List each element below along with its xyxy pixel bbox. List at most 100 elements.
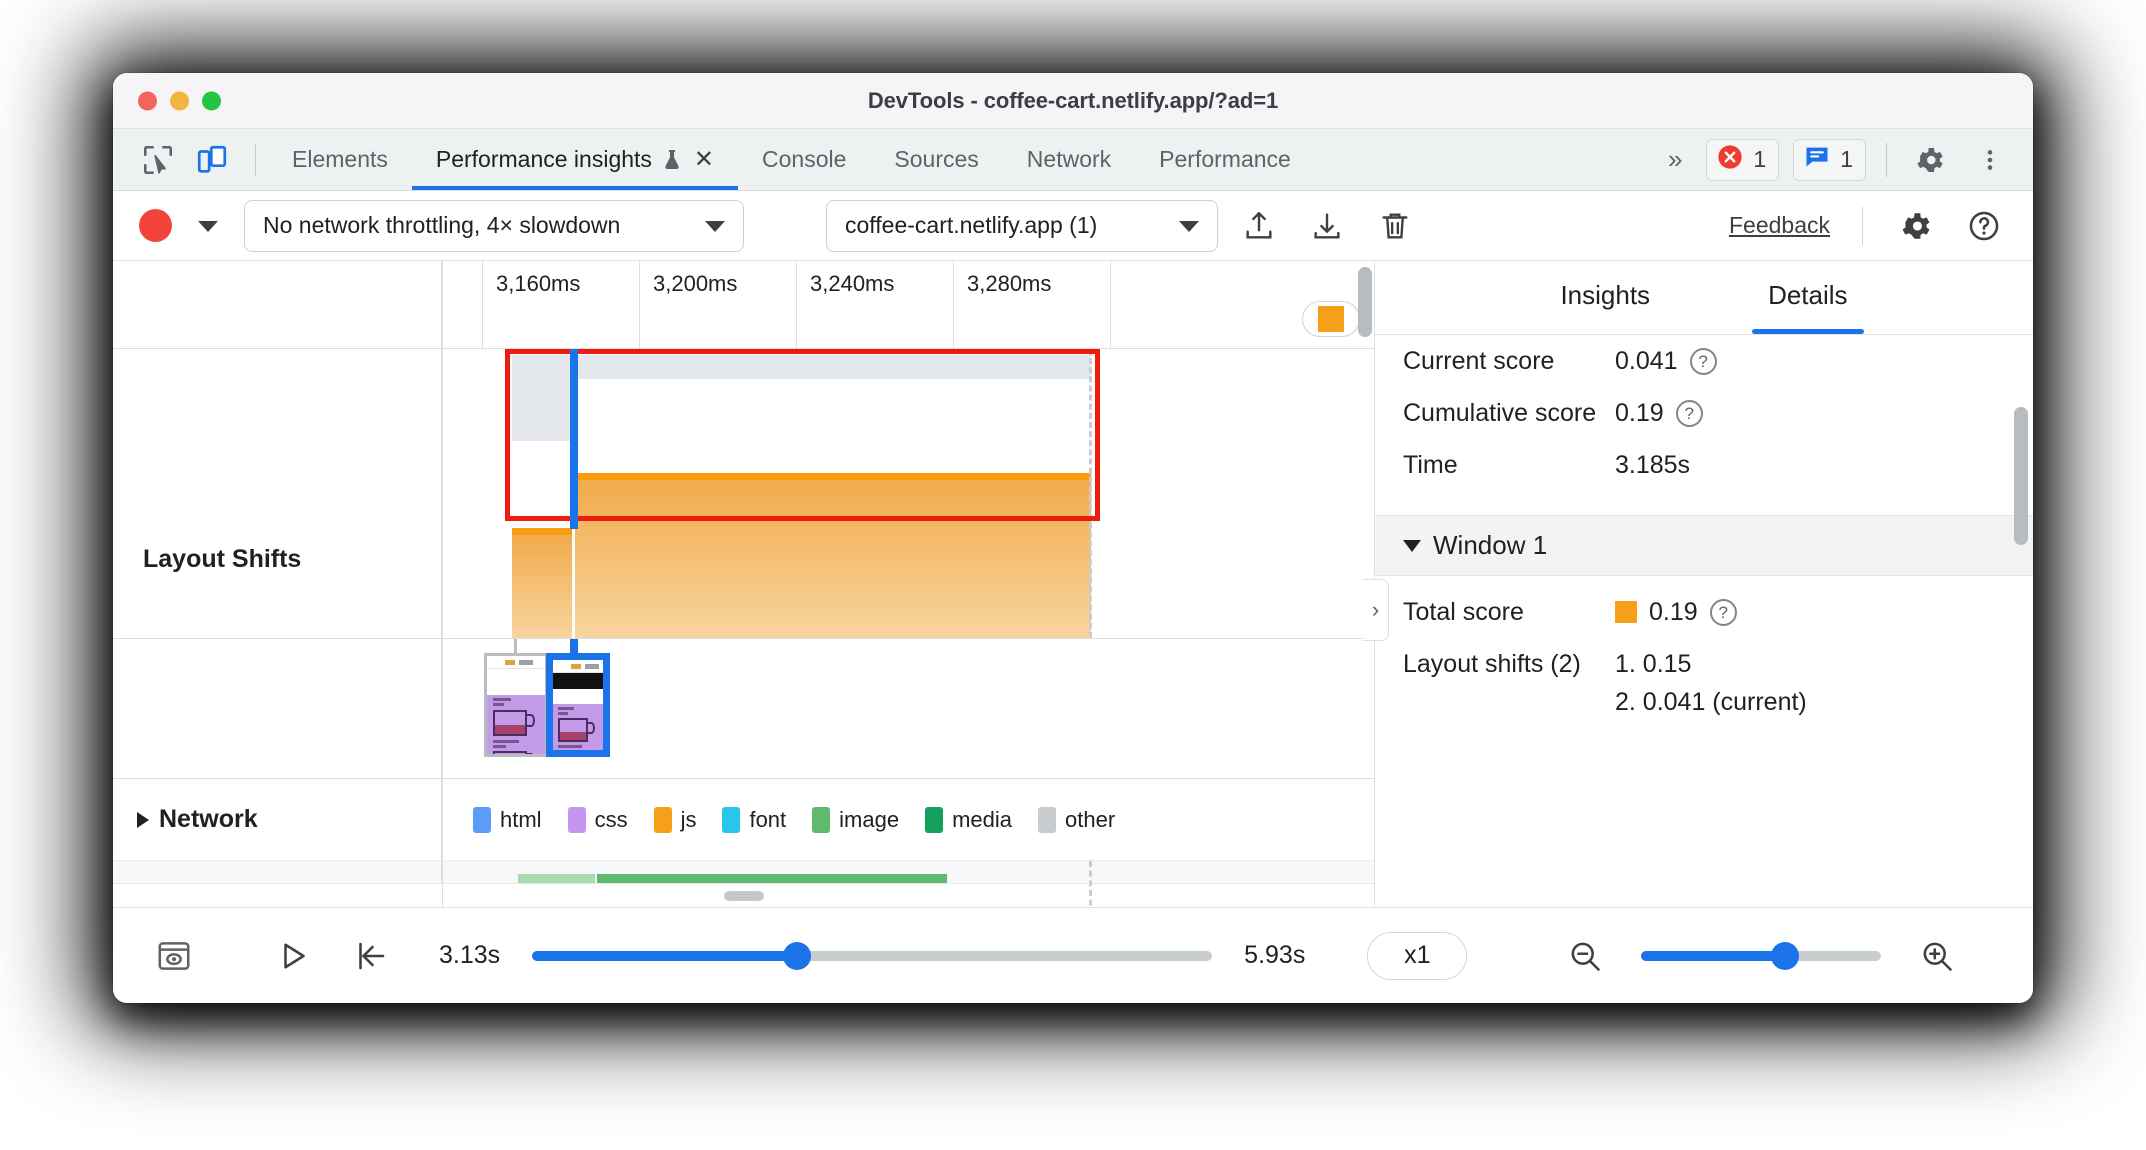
- more-tabs-icon[interactable]: »: [1658, 144, 1692, 175]
- playback-toolbar: 3.13s 5.93s x1: [113, 907, 2033, 1003]
- filmstrip-thumbnail[interactable]: [484, 653, 548, 757]
- throttling-select[interactable]: No network throttling, 4× slowdown: [244, 199, 744, 252]
- help-icon[interactable]: [1957, 209, 2011, 243]
- play-icon[interactable]: [263, 938, 323, 974]
- error-count-badge[interactable]: 1: [1706, 138, 1780, 181]
- record-button[interactable]: [139, 209, 172, 242]
- inspect-cursor-icon[interactable]: [135, 137, 181, 183]
- expand-triangle-icon[interactable]: [137, 811, 149, 828]
- window-section-header[interactable]: Window 1: [1375, 515, 2033, 576]
- detail-key: Current score: [1403, 347, 1555, 375]
- playback-speed-button[interactable]: x1: [1367, 931, 1468, 980]
- detail-value-group: 1. 0.15 2. 0.041 (current): [1615, 648, 1807, 718]
- legend-item-js: js: [653, 806, 696, 833]
- layout-shifts-track[interactable]: Layout Shifts: [113, 349, 1374, 639]
- zoom-slider[interactable]: [1641, 941, 1882, 970]
- throttling-value: No network throttling, 4× slowdown: [263, 212, 621, 238]
- network-track-header[interactable]: Network html css js font image media oth…: [113, 779, 1374, 861]
- kebab-menu-icon[interactable]: [1967, 137, 2013, 183]
- main-body: 3,160ms 3,200ms 3,240ms 3,280ms Layout S…: [113, 261, 2033, 907]
- experiment-flask-icon: [660, 147, 684, 173]
- layout-shift-item[interactable]: 2. 0.041 (current): [1615, 686, 1807, 718]
- ruler-tick: [1110, 261, 1124, 348]
- legend-item-media: media: [925, 806, 1012, 833]
- timeline-horizontal-scrollbar[interactable]: [113, 883, 1374, 907]
- gear-icon[interactable]: [1889, 209, 1943, 243]
- track-label-network[interactable]: Network: [113, 779, 442, 860]
- details-tab-label: Details: [1768, 280, 1848, 310]
- collapse-triangle-icon[interactable]: [1403, 539, 1421, 552]
- error-icon: [1716, 143, 1744, 176]
- zoom-out-icon[interactable]: [1555, 938, 1615, 974]
- filmstrip-track[interactable]: [113, 639, 1374, 779]
- tab-elements[interactable]: Elements: [268, 129, 412, 190]
- tab-performance-insights[interactable]: Performance insights ✕: [411, 129, 739, 190]
- zoom-in-icon[interactable]: [1907, 938, 1967, 974]
- detail-row-layout-shifts: Layout shifts (2) 1. 0.15 2. 0.041 (curr…: [1375, 638, 2033, 728]
- feedback-link[interactable]: Feedback: [1729, 212, 1836, 239]
- record-options-caret-icon[interactable]: [186, 218, 230, 234]
- details-pane: Insights Details Current score 0.041 ? C…: [1375, 261, 2033, 907]
- track-label-layout-shifts: Layout Shifts: [113, 349, 442, 638]
- tab-performance[interactable]: Performance: [1135, 129, 1315, 190]
- tab-bar-tools: [113, 129, 268, 190]
- playhead-line[interactable]: [570, 349, 578, 529]
- trash-icon[interactable]: [1368, 209, 1422, 243]
- help-icon[interactable]: ?: [1675, 399, 1703, 427]
- timeline-pane[interactable]: 3,160ms 3,200ms 3,240ms 3,280ms Layout S…: [113, 261, 1375, 907]
- timeline-ruler[interactable]: 3,160ms 3,200ms 3,240ms 3,280ms: [113, 261, 1374, 349]
- details-content: Current score 0.041 ? Cumulative score 0…: [1375, 335, 2033, 907]
- playback-range-slider[interactable]: [532, 941, 1213, 970]
- panel-tabs: Elements Performance insights ✕ Console …: [268, 129, 1315, 190]
- device-toolbar-icon[interactable]: [189, 137, 235, 183]
- message-count-badge[interactable]: 1: [1793, 138, 1866, 181]
- slider-knob[interactable]: [783, 941, 812, 970]
- ruler-ticks: 3,160ms 3,200ms 3,240ms 3,280ms: [442, 261, 1374, 348]
- layout-shift-item[interactable]: 1. 0.15: [1615, 648, 1807, 680]
- toolbar-divider: [255, 143, 256, 176]
- help-icon[interactable]: ?: [1709, 598, 1737, 626]
- detail-value: 0.041: [1615, 347, 1678, 375]
- timeline-vertical-scrollbar[interactable]: [1358, 267, 1372, 337]
- filmstrip-toggle-icon[interactable]: [143, 937, 205, 975]
- ruler-tick: 3,280ms: [953, 261, 1051, 348]
- legend-item-other: other: [1038, 806, 1115, 833]
- jump-to-start-icon[interactable]: [341, 938, 401, 974]
- tab-network[interactable]: Network: [1003, 129, 1135, 190]
- slider-knob[interactable]: [1771, 941, 1800, 970]
- upload-icon[interactable]: [1232, 209, 1286, 243]
- help-icon[interactable]: ?: [1689, 347, 1717, 375]
- detail-value-group: 0.19 ?: [1615, 596, 1737, 628]
- layout-shift-cluster-marker[interactable]: [1302, 301, 1360, 337]
- tab-details[interactable]: Details: [1752, 267, 1865, 334]
- detail-key: Total score: [1403, 598, 1524, 626]
- detail-value-group: 0.041 ?: [1615, 345, 1717, 377]
- legend-item-css: css: [567, 806, 628, 833]
- download-icon[interactable]: [1300, 209, 1354, 243]
- ruler-tick: 3,240ms: [796, 261, 894, 348]
- detail-row-current-score: Current score 0.041 ?: [1375, 335, 2033, 387]
- details-vertical-scrollbar[interactable]: [2014, 407, 2028, 545]
- detail-row-total-score: Total score 0.19 ?: [1375, 586, 2033, 638]
- tab-console[interactable]: Console: [738, 129, 870, 190]
- layout-shift-bar-1[interactable]: [512, 528, 572, 638]
- layout-shift-bar-2[interactable]: [575, 473, 1091, 638]
- score-color-swatch: [1615, 601, 1637, 623]
- tab-label: Sources: [894, 146, 979, 172]
- detail-value: 0.19: [1649, 598, 1698, 626]
- tab-sources[interactable]: Sources: [870, 129, 1002, 190]
- tab-label: Console: [762, 146, 847, 172]
- gear-icon[interactable]: [1907, 137, 1953, 183]
- layout-shifts-canvas[interactable]: [442, 349, 1374, 638]
- filmstrip-canvas[interactable]: [442, 639, 1374, 778]
- shift-shade-region-2: [575, 355, 1091, 379]
- details-tab-strip: Insights Details: [1375, 261, 2033, 335]
- details-pane-collapse-handle[interactable]: ›: [1363, 579, 1389, 641]
- tab-insights[interactable]: Insights: [1544, 267, 1666, 334]
- legend-item-image: image: [812, 806, 899, 833]
- window-title: DevTools - coffee-cart.netlify.app/?ad=1: [867, 87, 1279, 113]
- close-panel-icon[interactable]: ✕: [694, 147, 714, 172]
- filmstrip-thumbnail-selected[interactable]: [546, 653, 610, 757]
- page-select[interactable]: coffee-cart.netlify.app (1): [826, 199, 1218, 252]
- cluster-end-dashed-line: [1089, 349, 1092, 638]
